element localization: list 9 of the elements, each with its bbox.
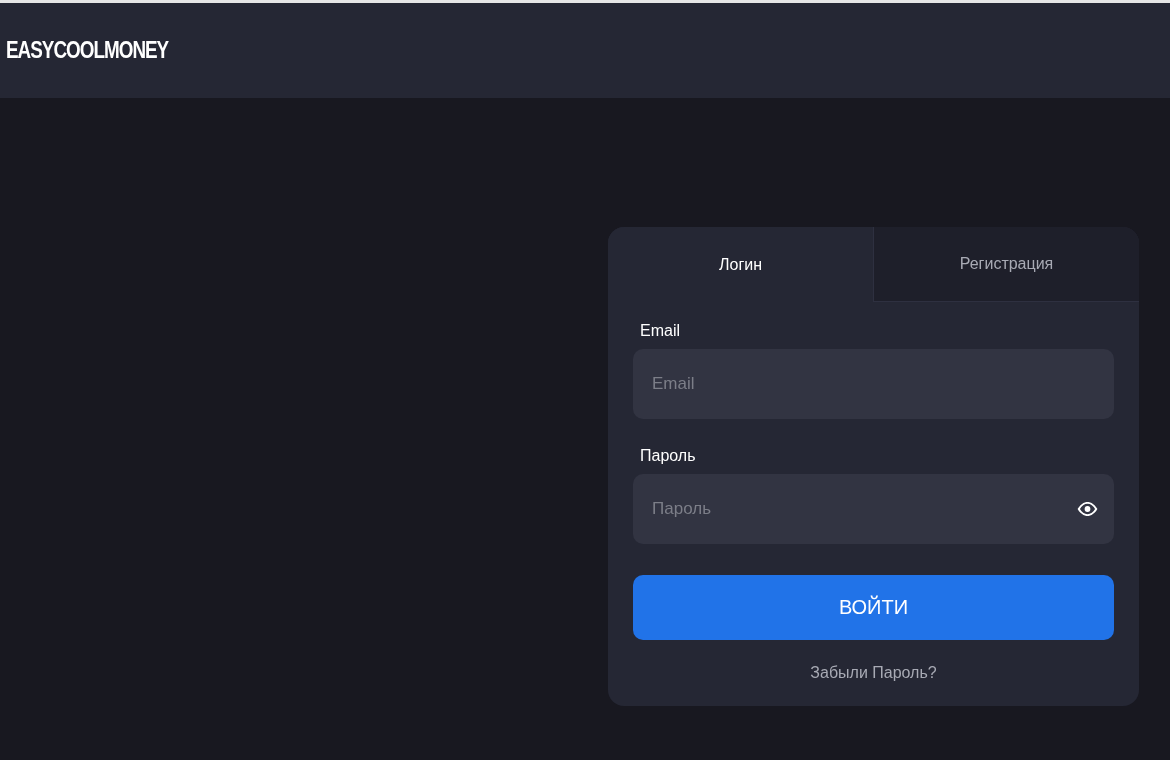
tab[interactable]: Регистрация (873, 227, 1139, 302)
field-label: Email (640, 322, 681, 340)
login-button[interactable]: ВОЙТИ (633, 575, 1114, 640)
forgot-password-link[interactable]: Забыли Пароль? (810, 664, 937, 682)
input-field[interactable]: Пароль (633, 474, 1114, 544)
logo: EASYCOOLMONEY (6, 37, 169, 64)
eye-icon[interactable] (1077, 502, 1098, 516)
input-field[interactable]: Email (633, 349, 1114, 419)
field-label: Пароль (640, 447, 697, 465)
